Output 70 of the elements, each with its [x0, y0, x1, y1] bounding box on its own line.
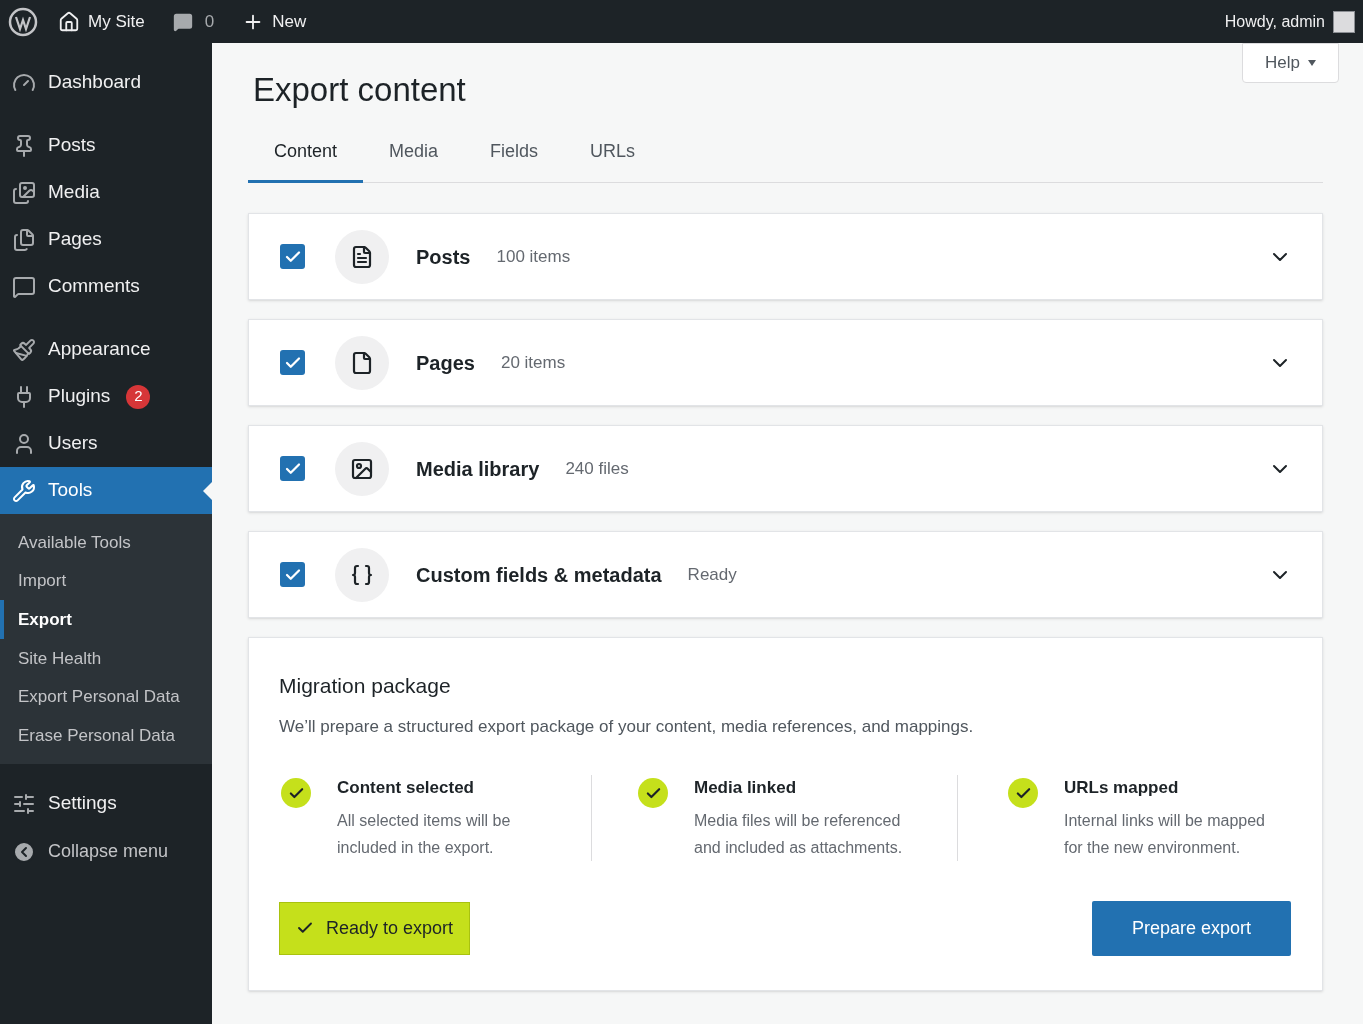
section-title: Posts [416, 244, 471, 270]
tab[interactable]: Fields [464, 138, 565, 183]
braces-icon [350, 562, 374, 587]
menu-item[interactable]: Plugins 2 [0, 373, 212, 420]
menu-item[interactable]: Settings [0, 780, 212, 828]
menu-item[interactable]: Dashboard [0, 59, 212, 106]
export-section-card[interactable]: Pages 20 items [248, 319, 1323, 406]
ready-status-badge: Ready to export [279, 901, 471, 955]
submenu-item[interactable]: Site Health [0, 639, 212, 678]
wordpress-logo-icon[interactable] [8, 6, 38, 37]
step-description: Media files will be referenced and included as attachments. [694, 810, 904, 858]
house-icon [58, 10, 80, 33]
submenu-item[interactable]: Available Tools [0, 523, 212, 562]
images-icon [12, 180, 36, 205]
wrench-icon [12, 478, 36, 503]
package-title: Migration package [279, 673, 452, 699]
dropdown-arrow-icon [1308, 60, 1316, 66]
menu-item[interactable]: Comments [0, 263, 212, 310]
menu-item[interactable]: Appearance [0, 326, 212, 373]
current-arrow-icon [203, 482, 212, 500]
menu-item[interactable]: Media [0, 169, 212, 216]
site-link[interactable]: My Site [58, 8, 145, 35]
avatar-icon [1333, 10, 1355, 33]
checkbox[interactable] [280, 456, 305, 481]
new-link[interactable]: New [242, 8, 307, 35]
document-icon [350, 244, 374, 269]
checkbox[interactable] [280, 350, 305, 375]
checkbox[interactable] [280, 562, 305, 587]
package-description: We’ll prepare a structured export package of your content, media references, and mappings. [279, 715, 975, 738]
step-description: All selected items will be included in the export. [337, 810, 512, 858]
pages-icon [12, 227, 36, 252]
menu-item[interactable]: Posts [0, 122, 212, 169]
page-title: Export content [253, 70, 467, 110]
submenu-item[interactable]: Export [0, 600, 212, 640]
menu-item[interactable]: Users [0, 420, 212, 467]
collapse-menu-button[interactable]: Collapse menu [0, 828, 212, 876]
step-title: Content selected [337, 777, 475, 799]
comments-link[interactable]: 0 [172, 8, 215, 35]
speech-bubble-icon [12, 274, 36, 299]
sliders-icon [12, 791, 36, 816]
tab[interactable]: Content [248, 138, 364, 183]
section-count: Ready [687, 563, 737, 586]
section-title: Media library [416, 456, 540, 482]
section-count: 20 items [500, 351, 566, 374]
section-title: Pages [416, 350, 475, 376]
step-description: Internal links will be mapped for the new environment. [1064, 810, 1266, 858]
section-title: Custom fields & metadata [416, 562, 662, 588]
export-section-card[interactable]: Posts 100 items [248, 213, 1323, 300]
paintbrush-icon [12, 337, 36, 362]
step-title: URLs mapped [1064, 777, 1180, 799]
section-count: 240 files [565, 457, 629, 480]
comment-icon [172, 11, 193, 32]
step-title: Media linked [694, 777, 798, 799]
menu-item[interactable]: Tools [0, 467, 212, 514]
export-section-card[interactable]: Media library 240 files [248, 425, 1323, 512]
page-icon [350, 350, 374, 375]
submenu-item[interactable]: Export Personal Data [0, 677, 212, 717]
count-badge: 2 [126, 384, 151, 409]
help-button[interactable]: Help [1242, 43, 1339, 83]
export-section-card[interactable]: Custom fields & metadata Ready [248, 531, 1323, 618]
submenu-item[interactable]: Import [0, 561, 212, 601]
submenu-item[interactable]: Erase Personal Data [0, 716, 212, 756]
prepare-export-button[interactable]: Prepare export [1092, 900, 1291, 956]
menu-item[interactable]: Pages [0, 216, 212, 263]
image-icon [350, 456, 374, 481]
account-link[interactable]: Howdy, admin [1224, 9, 1355, 34]
section-count: 100 items [496, 245, 571, 268]
tab[interactable]: Media [363, 138, 465, 183]
tab[interactable]: URLs [564, 138, 662, 183]
checkbox[interactable] [280, 244, 305, 269]
